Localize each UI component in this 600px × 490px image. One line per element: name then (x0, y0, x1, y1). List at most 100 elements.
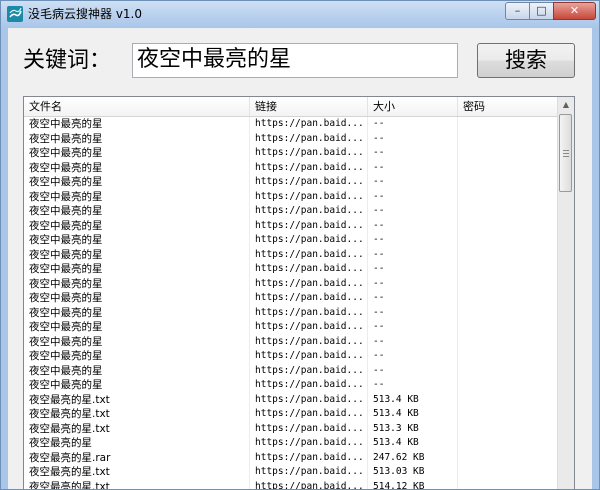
size-cell: -- (368, 233, 458, 248)
table-row[interactable]: 夜空最亮的星.txt https://pan.baid... 514.12 KB (24, 479, 559, 489)
link-cell: https://pan.baid... (250, 320, 368, 335)
password-cell (458, 450, 559, 465)
column-header-filename[interactable]: 文件名 (24, 97, 250, 116)
table-row[interactable]: 夜空中最亮的星 https://pan.baid... -- (24, 175, 559, 190)
table-row[interactable]: 夜空中最亮的星 https://pan.baid... -- (24, 189, 559, 204)
filename-cell: 夜空中最亮的星 (24, 218, 250, 233)
password-cell (458, 117, 559, 132)
filename-cell: 夜空中最亮的星 (24, 334, 250, 349)
close-icon: ✕ (569, 4, 580, 17)
table-row[interactable]: 夜空中最亮的星 https://pan.baid... -- (24, 247, 559, 262)
minimize-icon: – (514, 4, 521, 17)
filename-cell: 夜空中最亮的星 (24, 291, 250, 306)
link-cell: https://pan.baid... (250, 392, 368, 407)
link-cell: https://pan.baid... (250, 363, 368, 378)
table-row[interactable]: 夜空中最亮的星 https://pan.baid... -- (24, 160, 559, 175)
password-cell (458, 175, 559, 190)
table-row[interactable]: 夜空中最亮的星 https://pan.baid... -- (24, 218, 559, 233)
link-cell: https://pan.baid... (250, 262, 368, 277)
keyword-input[interactable]: 夜空中最亮的星 (132, 43, 458, 78)
size-cell: -- (368, 175, 458, 190)
close-button[interactable]: ✕ (553, 2, 596, 20)
vertical-scrollbar[interactable]: ▲ (557, 97, 574, 489)
link-cell: https://pan.baid... (250, 117, 368, 132)
password-cell (458, 247, 559, 262)
maximize-button[interactable]: □ (529, 2, 554, 20)
password-cell (458, 378, 559, 393)
size-cell: -- (368, 363, 458, 378)
filename-cell: 夜空中最亮的星 (24, 262, 250, 277)
app-icon (7, 6, 23, 22)
link-cell: https://pan.baid... (250, 276, 368, 291)
column-header-link[interactable]: 链接 (250, 97, 368, 116)
link-cell: https://pan.baid... (250, 334, 368, 349)
password-cell (458, 131, 559, 146)
table-row[interactable]: 夜空中最亮的星 https://pan.baid... -- (24, 349, 559, 364)
results-table[interactable]: 文件名 链接 大小 密码 夜空中最亮的星 https://pan.baid... -… (23, 96, 575, 489)
password-cell (458, 262, 559, 277)
filename-cell: 夜空中最亮的星 (24, 131, 250, 146)
link-cell: https://pan.baid... (250, 247, 368, 262)
table-row[interactable]: 夜空最亮的星.rar https://pan.baid... 247.62 KB (24, 450, 559, 465)
size-cell: -- (368, 305, 458, 320)
filename-cell: 夜空最亮的星.txt (24, 465, 250, 480)
filename-cell: 夜空中最亮的星 (24, 305, 250, 320)
link-cell: https://pan.baid... (250, 479, 368, 489)
link-cell: https://pan.baid... (250, 465, 368, 480)
password-cell (458, 233, 559, 248)
size-cell: -- (368, 276, 458, 291)
table-row[interactable]: 夜空最亮的星.txt https://pan.baid... 513.3 KB (24, 421, 559, 436)
table-row[interactable]: 夜空中最亮的星 https://pan.baid... -- (24, 334, 559, 349)
table-row[interactable]: 夜空中最亮的星 https://pan.baid... -- (24, 233, 559, 248)
table-row[interactable]: 夜空中最亮的星 https://pan.baid... -- (24, 291, 559, 306)
table-row[interactable]: 夜空最亮的星 https://pan.baid... 513.4 KB (24, 436, 559, 451)
scroll-thumb[interactable] (559, 114, 572, 192)
search-button[interactable]: 搜索 (477, 43, 575, 78)
filename-cell: 夜空最亮的星 (24, 436, 250, 451)
size-cell: -- (368, 349, 458, 364)
password-cell (458, 392, 559, 407)
filename-cell: 夜空中最亮的星 (24, 146, 250, 161)
size-cell: 513.4 KB (368, 407, 458, 422)
table-row[interactable]: 夜空中最亮的星 https://pan.baid... -- (24, 131, 559, 146)
size-cell: -- (368, 334, 458, 349)
scroll-up-icon[interactable]: ▲ (558, 97, 574, 113)
link-cell: https://pan.baid... (250, 204, 368, 219)
window-title: 没毛病云搜神器 v1.0 (28, 7, 143, 21)
table-row[interactable]: 夜空中最亮的星 https://pan.baid... -- (24, 262, 559, 277)
password-cell (458, 146, 559, 161)
size-cell: -- (368, 189, 458, 204)
table-row[interactable]: 夜空最亮的星.txt https://pan.baid... 513.03 KB (24, 465, 559, 480)
table-row[interactable]: 夜空中最亮的星 https://pan.baid... -- (24, 378, 559, 393)
filename-cell: 夜空中最亮的星 (24, 233, 250, 248)
table-row[interactable]: 夜空中最亮的星 https://pan.baid... -- (24, 204, 559, 219)
table-row[interactable]: 夜空最亮的星.txt https://pan.baid... 513.4 KB (24, 407, 559, 422)
column-header-size[interactable]: 大小 (368, 97, 458, 116)
size-cell: 247.62 KB (368, 450, 458, 465)
password-cell (458, 204, 559, 219)
column-header-password[interactable]: 密码 (458, 97, 559, 116)
table-row[interactable]: 夜空中最亮的星 https://pan.baid... -- (24, 320, 559, 335)
table-row[interactable]: 夜空中最亮的星 https://pan.baid... -- (24, 146, 559, 161)
link-cell: https://pan.baid... (250, 450, 368, 465)
table-row[interactable]: 夜空中最亮的星 https://pan.baid... -- (24, 117, 559, 132)
link-cell: https://pan.baid... (250, 436, 368, 451)
filename-cell: 夜空最亮的星.txt (24, 421, 250, 436)
table-row[interactable]: 夜空最亮的星.txt https://pan.baid... 513.4 KB (24, 392, 559, 407)
size-cell: 514.12 KB (368, 479, 458, 489)
link-cell: https://pan.baid... (250, 305, 368, 320)
filename-cell: 夜空最亮的星.txt (24, 479, 250, 489)
table-row[interactable]: 夜空中最亮的星 https://pan.baid... -- (24, 305, 559, 320)
size-cell: -- (368, 247, 458, 262)
link-cell: https://pan.baid... (250, 218, 368, 233)
size-cell: -- (368, 320, 458, 335)
password-cell (458, 465, 559, 480)
table-body: 夜空中最亮的星 https://pan.baid... -- 夜空中最亮的星 https… (24, 117, 559, 489)
filename-cell: 夜空中最亮的星 (24, 204, 250, 219)
filename-cell: 夜空最亮的星.rar (24, 450, 250, 465)
link-cell: https://pan.baid... (250, 175, 368, 190)
table-row[interactable]: 夜空中最亮的星 https://pan.baid... -- (24, 363, 559, 378)
title-bar[interactable]: 没毛病云搜神器 v1.0 – □ ✕ (1, 1, 599, 27)
minimize-button[interactable]: – (505, 2, 530, 20)
table-row[interactable]: 夜空中最亮的星 https://pan.baid... -- (24, 276, 559, 291)
